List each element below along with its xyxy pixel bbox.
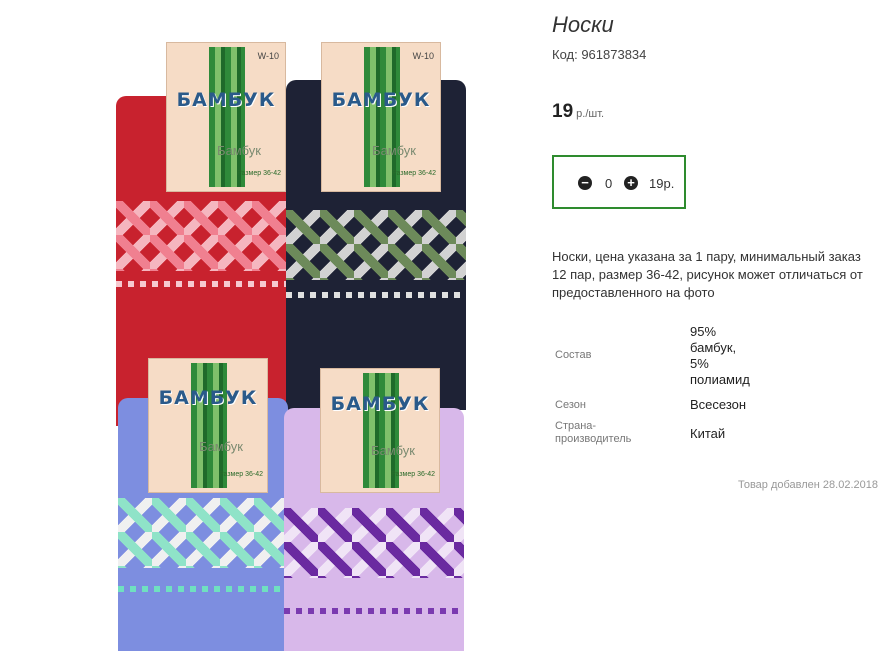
price-value: 19 xyxy=(552,101,574,122)
package-tag: БАМБУК Бамбук Размер 36-42 xyxy=(320,368,440,493)
quantity-sum: 19р. xyxy=(649,176,675,191)
spec-value: Всесезон xyxy=(690,397,747,412)
product-code: Код: 961873834 xyxy=(552,47,647,62)
tag-code: W-10 xyxy=(257,51,279,61)
tag-brand-small: Бамбук xyxy=(217,143,261,158)
spec-label: Страна- производитель xyxy=(555,420,632,445)
zigzag-band xyxy=(118,586,288,592)
argyle-pattern xyxy=(286,210,466,280)
tag-size: Размер 36-42 xyxy=(391,471,435,478)
package-tag: W-10 БАМБУК Бамбук Размер 36-42 xyxy=(166,42,286,192)
tag-brand: БАМБУК xyxy=(331,89,431,111)
tag-brand-small: Бамбук xyxy=(199,439,243,454)
product-image[interactable]: W-10 БАМБУК Бамбук Размер 36-42 W-10 БАМ… xyxy=(108,38,478,651)
price-unit: р./шт. xyxy=(576,108,605,120)
tag-brand: БАМБУК xyxy=(330,393,430,415)
tag-size: Размер 36-42 xyxy=(392,170,436,177)
zigzag-band xyxy=(286,292,466,298)
plus-icon[interactable]: + xyxy=(624,176,638,190)
product-description: Носки, цена указана за 1 пару, минимальн… xyxy=(552,249,863,300)
tag-brand-small: Бамбук xyxy=(371,443,415,458)
tag-brand: БАМБУК xyxy=(158,387,258,409)
argyle-pattern xyxy=(116,201,286,271)
price: 19 р./шт. xyxy=(552,101,604,123)
argyle-pattern xyxy=(118,498,288,568)
argyle-pattern xyxy=(284,508,464,578)
bamboo-graphic xyxy=(364,47,400,187)
tag-size: Размер 36-42 xyxy=(237,170,281,177)
zigzag-band xyxy=(116,281,286,287)
spec-value: 95% бамбук, 5% полиамид xyxy=(690,324,750,387)
spec-value: Китай xyxy=(690,426,726,441)
spec-label: Состав xyxy=(555,349,592,361)
bamboo-graphic xyxy=(209,47,245,187)
quantity-selector: − 0 + 19р. xyxy=(552,155,686,209)
minus-icon[interactable]: − xyxy=(578,176,592,190)
tag-brand: БАМБУК xyxy=(176,89,276,111)
date-added: Товар добавлен 28.02.2018 xyxy=(737,479,878,491)
spec-label: Сезон xyxy=(555,399,586,411)
quantity-value[interactable]: 0 xyxy=(605,176,612,191)
tag-code: W-10 xyxy=(412,51,434,61)
bamboo-graphic xyxy=(191,363,227,488)
tag-brand-small: Бамбук xyxy=(372,143,416,158)
package-tag: БАМБУК Бамбук Размер 36-42 xyxy=(148,358,268,493)
package-tag: W-10 БАМБУК Бамбук Размер 36-42 xyxy=(321,42,441,192)
zigzag-band xyxy=(284,608,464,614)
tag-size: Размер 36-42 xyxy=(219,471,263,478)
product-title: Носки xyxy=(552,12,614,37)
